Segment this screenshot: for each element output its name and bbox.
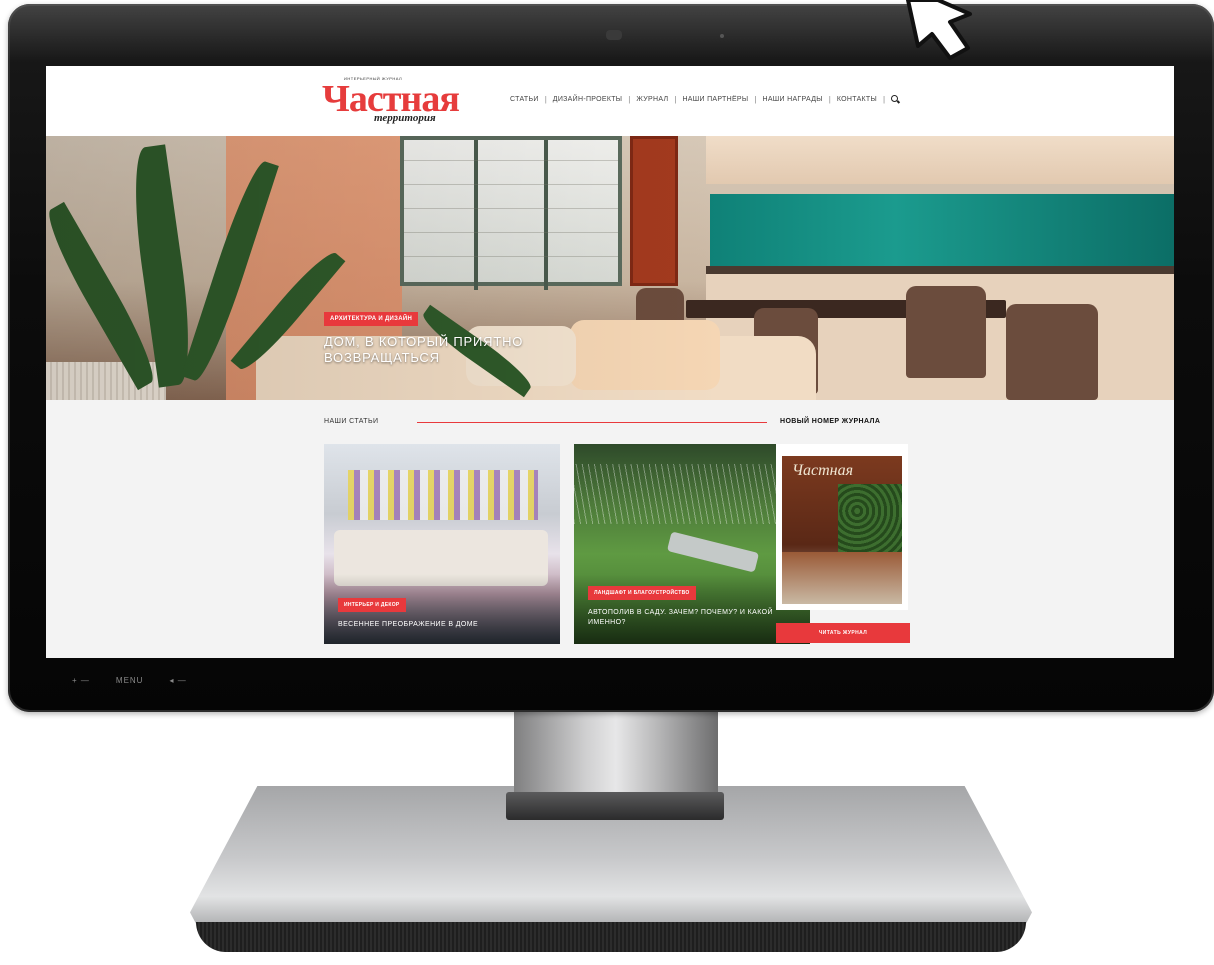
nav-item-magazine[interactable]: ЖУРНАЛ [636, 96, 668, 103]
nav-item-partners[interactable]: НАШИ ПАРТНЁРЫ [682, 96, 748, 103]
site-logo[interactable]: ИНТЕРЬЕРНЫЙ ЖУРНАЛ Частная территория [322, 76, 460, 126]
magazine-cover: Частная [782, 456, 902, 604]
hero-title[interactable]: ДОМ, В КОТОРЫЙ ПРИЯТНО ВОЗВРАЩАТЬСЯ [324, 334, 524, 366]
cover-floor [782, 552, 902, 604]
monitor-screen: ИНТЕРЬЕРНЫЙ ЖУРНАЛ Частная территория СТ… [46, 66, 1174, 658]
nav-separator: | [628, 95, 631, 104]
nav-separator: | [883, 95, 886, 104]
search-icon[interactable] [891, 95, 900, 104]
hero-banner[interactable]: АРХИТЕКТУРА И ДИЗАЙН ДОМ, В КОТОРЫЙ ПРИЯ… [46, 136, 1174, 400]
camera-light [720, 34, 724, 38]
site-header: ИНТЕРЬЕРНЫЙ ЖУРНАЛ Частная территория СТ… [46, 66, 1174, 136]
nav-separator: | [754, 95, 757, 104]
monitor-neck-joint [506, 792, 724, 820]
article-category-badge[interactable]: ИНТЕРЬЕР И ДЕКОР [338, 598, 406, 612]
nav-item-contacts[interactable]: КОНТАКТЫ [837, 96, 877, 103]
bezel-control-2: MENU [115, 676, 144, 685]
webcam-icon [606, 30, 622, 40]
article-category-badge[interactable]: ЛАНДШАФТ И БЛАГОУСТРОЙСТВО [588, 586, 696, 600]
articles-heading: НАШИ СТАТЬИ [324, 418, 379, 425]
nav-separator: | [674, 95, 677, 104]
article-title[interactable]: ВЕСЕННЕЕ ПРЕОБРАЖЕНИЕ В ДОМЕ [338, 620, 548, 630]
hero-overlay [46, 136, 1174, 400]
nav-separator: | [544, 95, 547, 104]
monitor-base-speaker [196, 922, 1026, 952]
nav-item-awards[interactable]: НАШИ НАГРАДЫ [762, 96, 822, 103]
flowers-illustration [348, 470, 538, 520]
bezel-control-1: + — [72, 676, 90, 685]
article-title[interactable]: АВТОПОЛИВ В САДУ. ЗАЧЕМ? ПОЧЕМУ? И КАКОЙ… [588, 608, 798, 628]
bezel-control-3: ◂ — [169, 676, 187, 685]
hero-category-badge[interactable]: АРХИТЕКТУРА И ДИЗАЙН [324, 312, 419, 326]
article-card[interactable]: ЛАНДШАФТ И БЛАГОУСТРОЙСТВО АВТОПОЛИВ В С… [574, 444, 810, 644]
monitor-photo: + — MENU ◂ — ИНТЕРЬЕРНЫЙ ЖУРНАЛ Частная … [0, 0, 1214, 965]
sprinkler-water [574, 464, 810, 524]
article-card[interactable]: ИНТЕРЬЕР И ДЕКОР ВЕСЕННЕЕ ПРЕОБРАЖЕНИЕ В… [324, 444, 560, 644]
read-magazine-button[interactable]: ЧИТАТЬ ЖУРНАЛ [776, 623, 910, 643]
pointer-cursor-icon [906, 0, 972, 60]
magazine-cover-title: Частная [792, 462, 854, 479]
nav-item-design-projects[interactable]: ДИЗАЙН-ПРОЕКТЫ [553, 96, 623, 103]
main-nav: СТАТЬИ | ДИЗАЙН-ПРОЕКТЫ | ЖУРНАЛ | НАШИ … [510, 95, 900, 104]
nav-separator: | [828, 95, 831, 104]
magazine-cover-box[interactable]: Частная [776, 444, 908, 610]
articles-divider [417, 422, 767, 423]
bezel-controls: + — MENU ◂ — [72, 676, 187, 685]
nav-item-articles[interactable]: СТАТЬИ [510, 96, 539, 103]
magazine-heading: НОВЫЙ НОМЕР ЖУРНАЛА [780, 418, 881, 425]
logo-sub-text: территория [374, 112, 436, 124]
